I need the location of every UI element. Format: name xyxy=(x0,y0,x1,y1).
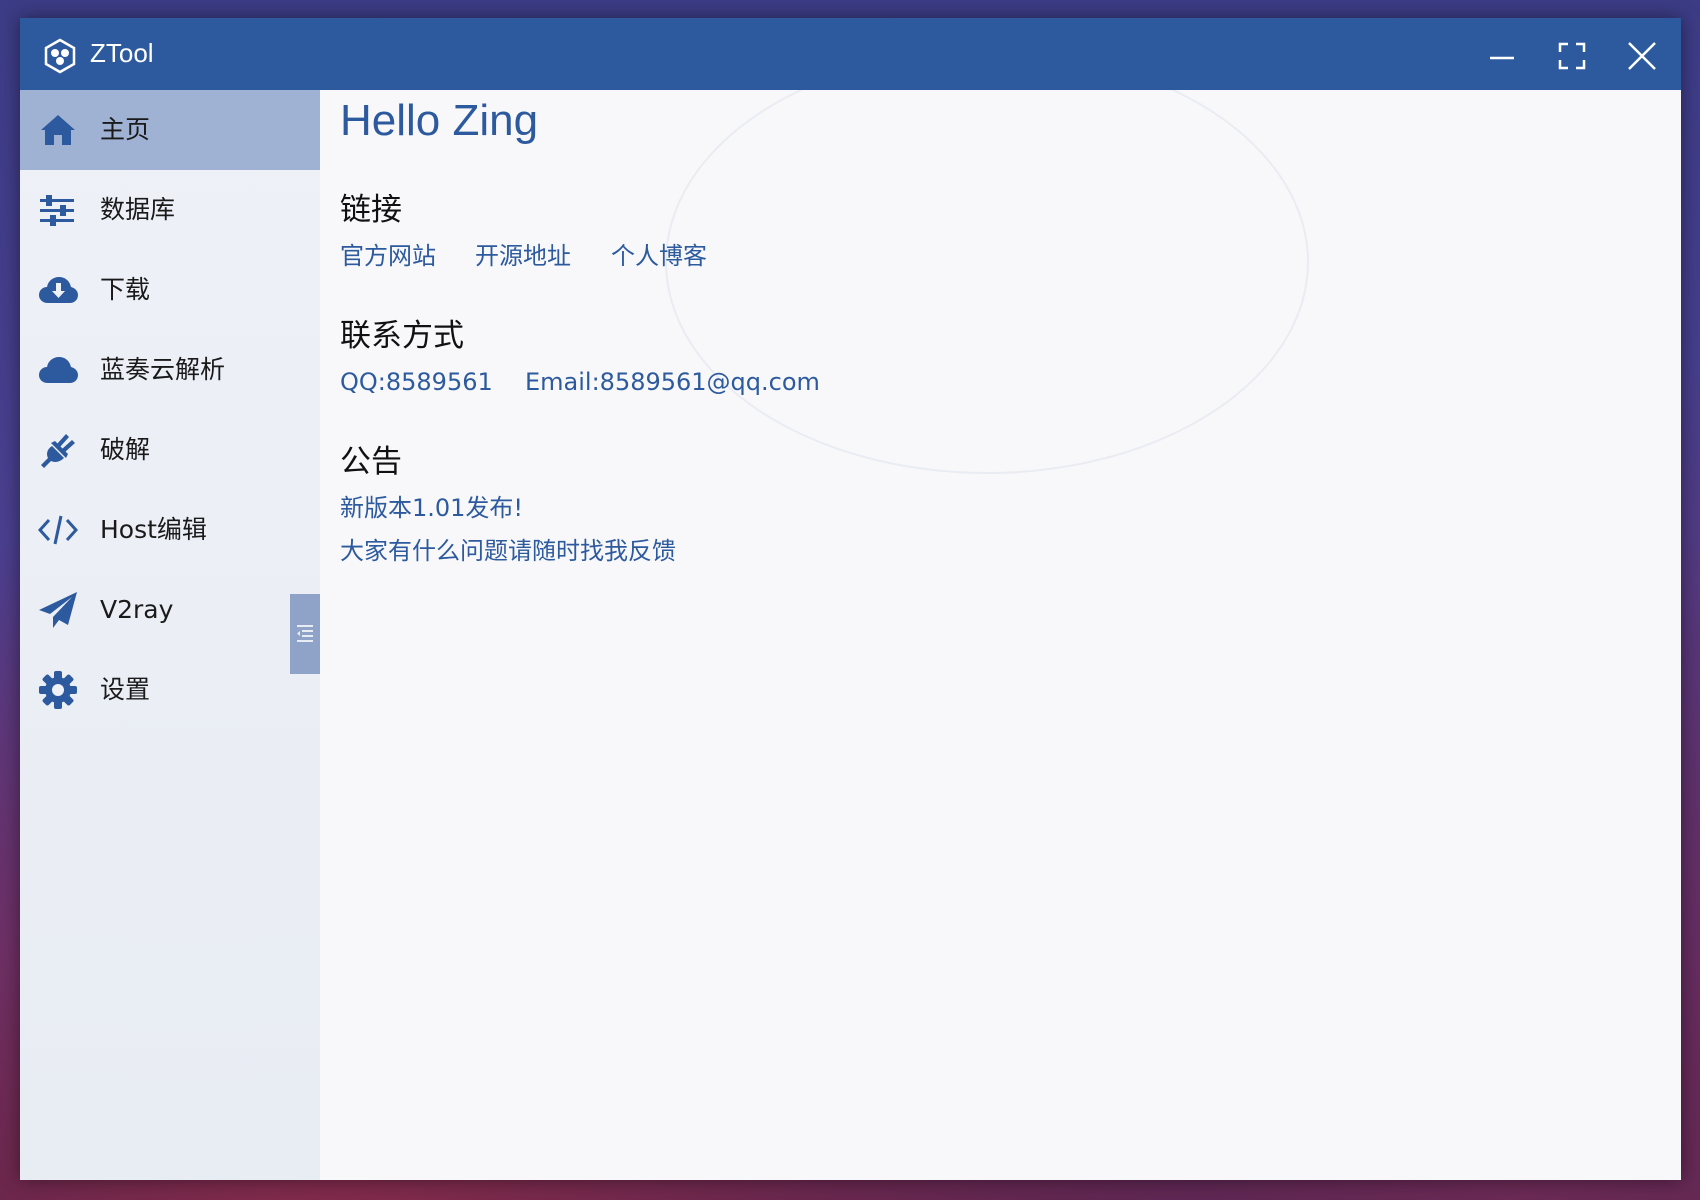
home-icon xyxy=(38,110,78,150)
sidebar-item-database[interactable]: 数据库 xyxy=(20,170,320,250)
gear-icon xyxy=(38,670,78,710)
sidebar-item-download[interactable]: 下载 xyxy=(20,250,320,330)
sidebar-item-label: 蓝奏云解析 xyxy=(100,355,226,384)
plug-icon xyxy=(38,430,78,470)
sidebar: 主页 数据库 下载 蓝奏云解析 破解 Host编辑 V2ray 设置 xyxy=(20,90,320,1180)
sliders-icon xyxy=(38,190,78,230)
sidebar-item-home[interactable]: 主页 xyxy=(20,90,320,170)
personal-blog-link[interactable]: 个人博客 xyxy=(611,240,707,272)
app-title: ZTool xyxy=(90,38,154,68)
sidebar-item-label: 设置 xyxy=(100,675,151,704)
minimize-button[interactable] xyxy=(1482,36,1522,76)
main-content: Hello Zing 链接 官方网站 开源地址 个人博客 联系方式 QQ:858… xyxy=(320,90,1681,1180)
maximize-icon xyxy=(1558,42,1586,70)
notice-section-title: 公告 xyxy=(340,444,402,480)
sidebar-item-label: 主页 xyxy=(100,115,151,144)
sidebar-item-label: 下载 xyxy=(100,275,151,304)
qq-contact[interactable]: QQ:8589561 xyxy=(340,366,493,398)
close-button[interactable] xyxy=(1622,36,1662,76)
close-icon xyxy=(1628,42,1656,70)
notice-line: 大家有什么问题请随时找我反馈 xyxy=(340,537,676,565)
paper-plane-icon xyxy=(38,590,78,630)
app-window: ZTool 主页 数据库 下载 蓝奏云解析 破解 Host编辑 V2ray 设置… xyxy=(20,18,1681,1180)
notice-line: 新版本1.01发布! xyxy=(340,494,524,522)
greeting-title: Hello Zing xyxy=(340,96,539,145)
sidebar-item-label: 数据库 xyxy=(100,195,176,224)
email-contact[interactable]: Email:8589561@qq.com xyxy=(525,366,820,398)
sidebar-item-lanzou[interactable]: 蓝奏云解析 xyxy=(20,330,320,410)
sidebar-item-v2ray[interactable]: V2ray xyxy=(20,570,320,650)
links-section-title: 链接 xyxy=(340,192,402,228)
contact-section-title: 联系方式 xyxy=(340,318,464,354)
sidebar-item-host-edit[interactable]: Host编辑 xyxy=(20,490,320,570)
background-decoration xyxy=(665,90,1309,474)
sidebar-item-label: 破解 xyxy=(100,435,151,464)
code-icon xyxy=(37,510,79,550)
collapse-sidebar-icon xyxy=(297,625,313,642)
cloud-download-icon xyxy=(38,270,78,310)
sidebar-collapse-button[interactable] xyxy=(290,594,320,674)
sidebar-item-label: V2ray xyxy=(100,595,174,624)
sidebar-item-label: Host编辑 xyxy=(100,515,207,544)
source-code-link[interactable]: 开源地址 xyxy=(475,240,571,272)
title-bar[interactable]: ZTool xyxy=(20,18,1681,90)
sidebar-item-crack[interactable]: 破解 xyxy=(20,410,320,490)
minimize-icon xyxy=(1490,56,1514,60)
app-logo-icon xyxy=(42,38,78,74)
maximize-button[interactable] xyxy=(1552,36,1592,76)
official-site-link[interactable]: 官方网站 xyxy=(340,240,436,272)
sidebar-item-settings[interactable]: 设置 xyxy=(20,650,320,730)
cloud-icon xyxy=(38,350,78,390)
